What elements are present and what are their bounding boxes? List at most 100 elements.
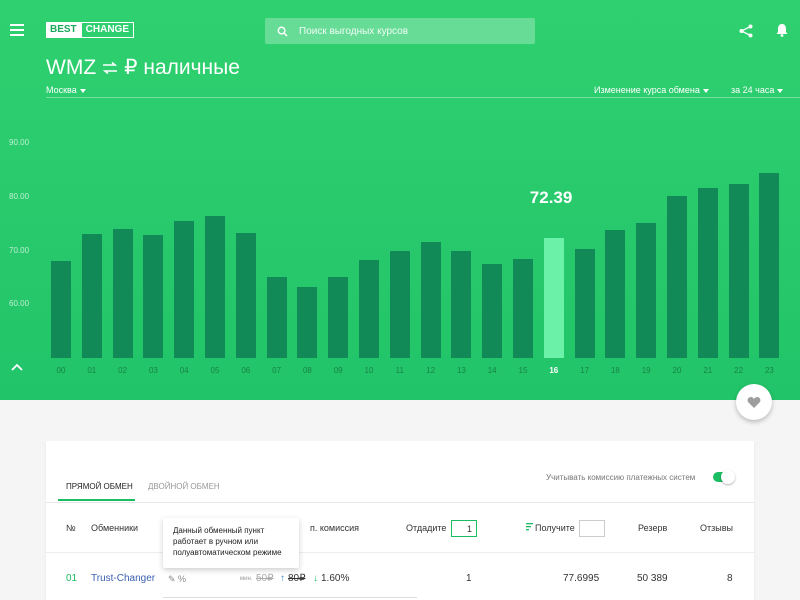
search-input[interactable]	[299, 25, 519, 37]
header-reserve[interactable]: Резерв	[638, 523, 667, 533]
currency-to: ₽ наличные	[124, 56, 240, 79]
chart-bar[interactable]	[574, 249, 595, 358]
commission-toggle[interactable]	[713, 470, 735, 484]
commission-toggle-label: Учитывать комиссию платежных систем	[546, 473, 696, 482]
manual-mode-tooltip: Данный обменный пункт работает в ручном …	[163, 518, 299, 568]
x-tick-label: 02	[118, 366, 128, 375]
min-amount: 50₽	[256, 573, 274, 584]
chart-bar[interactable]	[266, 277, 287, 358]
header-divider	[46, 552, 754, 553]
chart-bar[interactable]	[697, 187, 718, 358]
share-icon[interactable]	[739, 24, 753, 38]
header-reviews[interactable]: Отзывы	[700, 523, 733, 533]
search-bar[interactable]	[265, 18, 535, 44]
city-label: Москва	[46, 85, 77, 95]
chart-bar[interactable]	[482, 263, 503, 358]
give-amount: 1	[466, 573, 472, 584]
logo[interactable]: BEST CHANGE	[46, 22, 135, 38]
highlight-value-label: 72.39	[529, 187, 573, 207]
period-selector[interactable]: за 24 часа	[731, 85, 784, 95]
menu-icon[interactable]	[10, 24, 24, 36]
chart-bar[interactable]	[359, 260, 379, 358]
rate-change-label: Изменение курса обмена	[594, 85, 700, 95]
sort-icon[interactable]	[526, 523, 533, 532]
x-tick-label: 10	[364, 366, 374, 375]
x-tick-label: 16	[549, 366, 559, 375]
fixed-fee: 80₽	[288, 573, 306, 584]
give-amount-input[interactable]	[451, 520, 477, 537]
exchange-arrows-icon	[102, 61, 118, 74]
x-tick-label: 17	[580, 366, 590, 375]
chart-bar[interactable]	[728, 183, 749, 358]
chart-bar[interactable]	[451, 250, 472, 358]
toggle-knob	[721, 470, 735, 484]
chart-bar[interactable]	[81, 234, 102, 358]
chart-bar[interactable]	[513, 258, 533, 358]
active-tab-indicator	[58, 499, 135, 501]
x-tick-label: 20	[672, 366, 682, 375]
x-tick-label: 14	[487, 366, 497, 375]
chart-bar[interactable]	[543, 237, 564, 358]
x-tick-label: 19	[641, 366, 651, 375]
chart-bar[interactable]	[759, 172, 780, 358]
min-label: мин.	[240, 576, 253, 582]
x-tick-label: 09	[333, 366, 343, 375]
header-divider	[46, 97, 800, 98]
currency-from: WMZ	[46, 55, 97, 79]
chart-bar[interactable]	[420, 242, 441, 358]
row-separator	[163, 597, 417, 598]
tabs-divider	[46, 502, 754, 503]
page-title: WMZ ₽ наличные	[46, 55, 240, 80]
x-tick-label: 23	[764, 366, 774, 375]
y-tick-label: 70.00	[9, 245, 30, 255]
chart-bar[interactable]	[112, 229, 133, 358]
reserve-amount: 50 389	[637, 573, 668, 584]
chart-bar[interactable]	[328, 277, 349, 358]
chart-bar[interactable]	[389, 250, 410, 358]
header-exchangers[interactable]: Обменники	[91, 523, 138, 533]
chart-bar[interactable]	[51, 261, 71, 358]
x-tick-label: 04	[179, 366, 189, 375]
favorite-button[interactable]	[736, 384, 772, 420]
chevron-up-icon[interactable]	[11, 363, 23, 371]
reviews-count[interactable]: 8	[727, 573, 733, 584]
y-tick-label: 80.00	[9, 191, 30, 201]
get-amount-input[interactable]	[579, 520, 605, 537]
y-tick-label: 60.00	[9, 299, 30, 309]
x-tick-label: 11	[395, 366, 404, 375]
chevron-down-icon	[79, 88, 86, 93]
logo-part1: BEST	[46, 22, 81, 38]
row-rank: 01	[66, 573, 78, 584]
logo-part2: CHANGE	[80, 22, 135, 38]
x-tick-label: 12	[426, 366, 436, 375]
city-selector[interactable]: Москва	[46, 85, 86, 95]
x-tick-label: 08	[302, 366, 312, 375]
chart-bar[interactable]	[667, 195, 687, 358]
period-label: за 24 часа	[731, 85, 775, 95]
chart-bar[interactable]	[297, 286, 318, 358]
chart-bar[interactable]	[143, 235, 164, 358]
chart-bar[interactable]	[605, 230, 626, 358]
header-commission[interactable]: п. комиссия	[310, 523, 359, 533]
tab-direct-exchange[interactable]: ПРЯМОЙ ОБМЕН	[66, 482, 133, 491]
tab-double-exchange[interactable]: ДВОЙНОЙ ОБМЕН	[148, 482, 220, 491]
arrow-down-icon: ↓	[313, 573, 318, 584]
chart-bar[interactable]	[235, 233, 256, 358]
manual-mode-icon[interactable]: ✎ %	[168, 574, 186, 585]
heart-icon	[747, 396, 761, 408]
chart-bar[interactable]	[174, 220, 195, 358]
x-tick-label: 05	[210, 366, 220, 375]
exchanger-link[interactable]: Trust-Changer	[91, 573, 155, 584]
chart-bar[interactable]	[636, 222, 657, 358]
bell-icon[interactable]	[776, 23, 788, 37]
arrow-up-icon: ↑	[280, 573, 285, 584]
chevron-down-icon	[702, 88, 709, 93]
rate-change-selector[interactable]: Изменение курса обмена	[594, 85, 709, 95]
header-give[interactable]: Отдадите	[406, 523, 446, 533]
get-amount: 77.6995	[563, 573, 600, 584]
x-tick-label: 07	[272, 366, 282, 375]
chart-bar[interactable]	[205, 216, 225, 358]
header-get[interactable]: Получите	[535, 523, 575, 533]
x-tick-label: 00	[56, 366, 66, 375]
x-tick-label: 18	[610, 366, 620, 375]
